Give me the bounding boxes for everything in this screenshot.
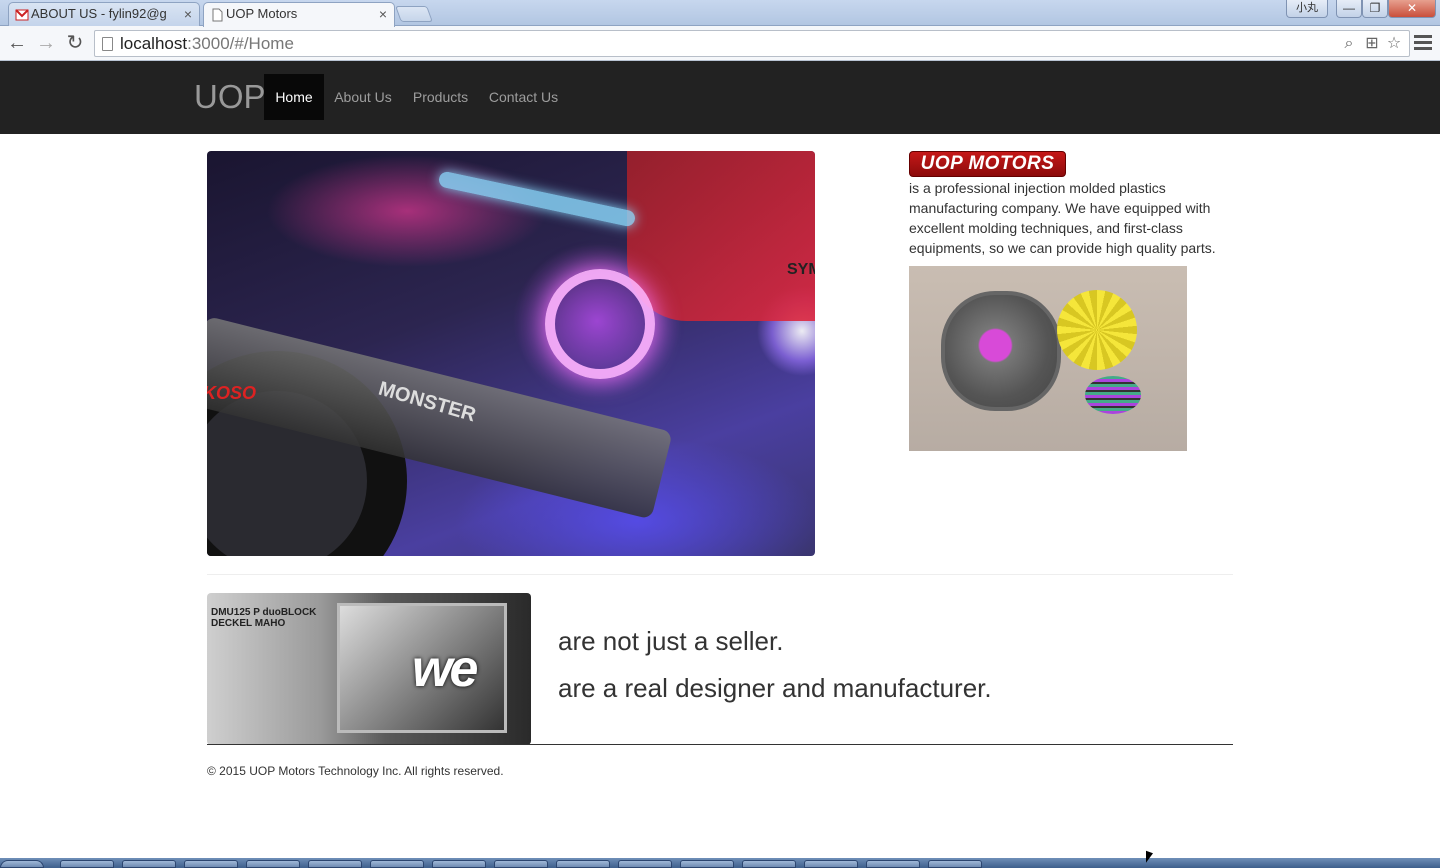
start-button[interactable] — [0, 860, 44, 868]
machine-model-label: DMU125 P duoBLOCK — [211, 607, 317, 618]
chrome-cap-part — [1085, 376, 1141, 414]
new-tab-button[interactable] — [395, 6, 433, 22]
minimize-button[interactable]: — — [1336, 0, 1362, 18]
url-host: localhost — [120, 34, 188, 53]
sym-decal: SYM — [787, 261, 815, 278]
forward-button[interactable]: → — [34, 31, 58, 55]
tab-gmail[interactable]: ABOUT US - fylin92@gm × — [8, 2, 200, 26]
nav-products[interactable]: Products — [402, 74, 479, 120]
gmail-icon — [15, 7, 29, 21]
chrome-menu-icon[interactable] — [1414, 35, 1432, 51]
page-icon — [210, 7, 224, 22]
site-brand[interactable]: UOP — [194, 78, 266, 116]
copyright-text: © 2015 UOP Motors Technology Inc. All ri… — [207, 764, 504, 778]
we-overlay-text: we — [412, 640, 478, 698]
uop-motors-logo: UOP MOTORS — [909, 151, 1066, 177]
taskbar-app-6[interactable] — [370, 860, 424, 868]
site-navbar: UOP Home About Us Products Contact Us — [0, 61, 1440, 134]
tagline-seller: are not just a seller. — [558, 626, 784, 656]
browser-tabstrip: ABOUT US - fylin92@gm × UOP Motors × 小丸 … — [0, 0, 1440, 27]
user-profile-button[interactable]: 小丸 — [1286, 0, 1328, 18]
taskbar-app-7[interactable] — [432, 860, 486, 868]
close-window-button[interactable]: ✕ — [1388, 0, 1436, 18]
koso-decal: KOSO — [207, 383, 257, 403]
taskbar-app-chrome[interactable] — [184, 860, 238, 868]
mouse-cursor-icon — [1146, 850, 1153, 866]
taskbar-app-10[interactable] — [618, 860, 672, 868]
hero-scooter-image: MONSTER KOSO SYM — [207, 151, 815, 556]
taskbar-app-ie[interactable] — [60, 860, 114, 868]
url-text: localhost:3000/#/Home — [120, 34, 294, 54]
scooter-body-panel — [627, 151, 815, 321]
footer-divider — [207, 744, 1233, 745]
taskbar-app-line[interactable] — [742, 860, 796, 868]
glowing-fan-cover — [545, 269, 655, 379]
maximize-button[interactable]: ❐ — [1362, 0, 1388, 18]
taskbar-app-9[interactable] — [556, 860, 610, 868]
back-button[interactable]: ← — [5, 31, 29, 55]
os-taskbar — [0, 858, 1440, 868]
taskbar-app-15[interactable] — [928, 860, 982, 868]
translate-icon[interactable]: ⊞ — [1363, 35, 1381, 53]
page-info-icon — [102, 37, 113, 51]
yellow-fan-part — [1057, 290, 1137, 370]
browser-toolbar: ← → ↻ localhost:3000/#/Home ⌕ ⊞ ☆ — [0, 26, 1440, 61]
taskbar-app-8[interactable] — [494, 860, 548, 868]
bookmark-star-icon[interactable]: ☆ — [1385, 35, 1403, 53]
address-bar[interactable]: localhost:3000/#/Home ⌕ ⊞ ☆ — [94, 30, 1410, 57]
company-intro-text: is a professional injection molded plast… — [909, 180, 1216, 256]
taskbar-app-explorer[interactable] — [122, 860, 176, 868]
tab-title: UOP Motors — [226, 6, 298, 21]
neon-tube — [437, 170, 637, 228]
close-tab-icon[interactable]: × — [184, 3, 192, 25]
taskbar-app-13[interactable] — [804, 860, 858, 868]
nav-about-us[interactable]: About Us — [324, 74, 402, 120]
nav-contact-us[interactable]: Contact Us — [479, 74, 568, 120]
tagline-manufacturer: are a real designer and manufacturer. — [558, 673, 992, 703]
engine-cover-part — [941, 291, 1061, 411]
close-tab-icon[interactable]: × — [379, 3, 387, 25]
taskbar-app-folder[interactable] — [246, 860, 300, 868]
machine-photo: DMU125 P duoBLOCK DECKEL MAHO we — [207, 593, 531, 745]
machine-label: DMU125 P duoBLOCK DECKEL MAHO — [211, 607, 316, 629]
url-path: :3000/#/Home — [187, 34, 294, 53]
tab-title: ABOUT US - fylin92@gm — [31, 6, 166, 21]
section-divider — [207, 574, 1233, 575]
taskbar-app-14[interactable] — [866, 860, 920, 868]
search-icon[interactable]: ⌕ — [1340, 35, 1358, 53]
taskbar-app-5[interactable] — [308, 860, 362, 868]
taskbar-app-11[interactable] — [680, 860, 734, 868]
parts-photo — [909, 266, 1187, 451]
tab-uop-motors[interactable]: UOP Motors × — [203, 2, 395, 27]
nav-home[interactable]: Home — [264, 74, 324, 120]
machine-maker-label: DECKEL MAHO — [211, 618, 286, 629]
reload-button[interactable]: ↻ — [63, 31, 87, 55]
